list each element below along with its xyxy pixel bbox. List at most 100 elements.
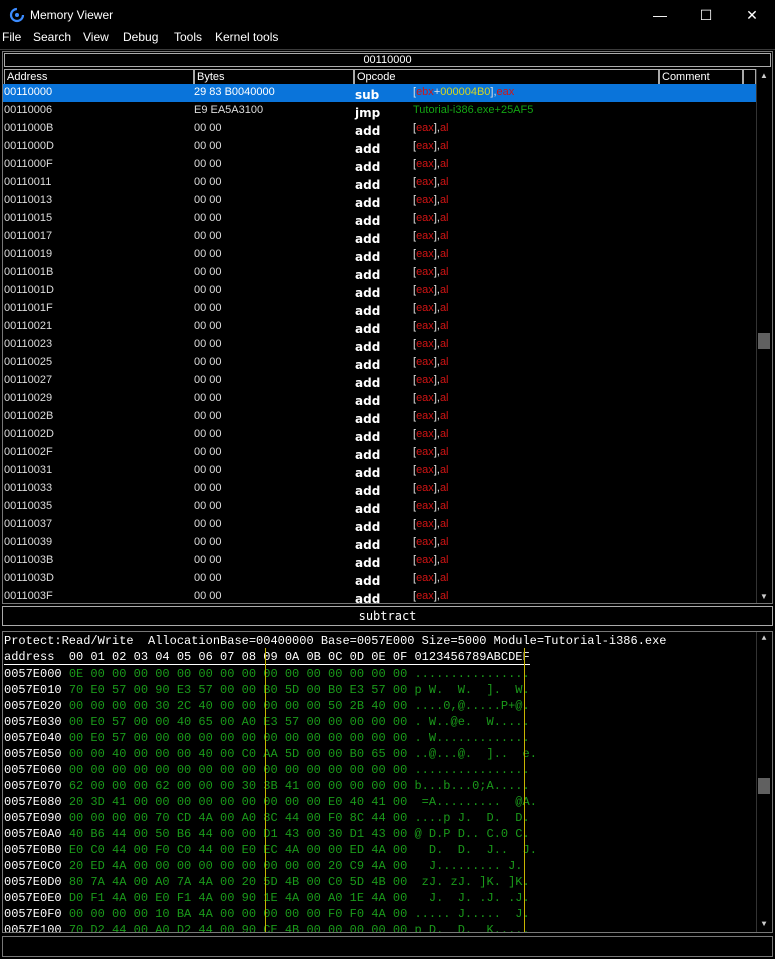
column-header-comment[interactable]: Comment — [659, 69, 743, 85]
hex-row[interactable]: 0057E0A0 40 B6 44 00 50 B6 44 00 00 D1 4… — [4, 826, 530, 842]
hex-row-bytes[interactable]: 20 3D 41 00 00 00 00 00 00 00 00 00 E0 4… — [69, 795, 407, 809]
hex-view-panel[interactable]: Protect:Read/Write AllocationBase=004000… — [2, 631, 773, 933]
hex-row-bytes[interactable]: E0 C0 44 00 F0 C0 44 00 E0 EC 4A 00 00 E… — [69, 843, 407, 857]
hex-row-bytes[interactable]: 00 00 40 00 00 00 40 00 C0 AA 5D 00 00 B… — [69, 747, 407, 761]
hex-row[interactable]: 0057E090 00 00 00 00 70 CD 4A 00 A0 8C 4… — [4, 810, 530, 826]
disasm-row[interactable]: 00110025 00 00 add [eax],al — [3, 354, 756, 372]
disasm-row[interactable]: 0011000D 00 00 add [eax],al — [3, 138, 756, 156]
hex-row-bytes[interactable]: 62 00 00 00 62 00 00 00 30 3B 41 00 00 0… — [69, 779, 407, 793]
scroll-down-icon[interactable]: ▼ — [757, 918, 771, 932]
hex-row-bytes[interactable]: 00 E0 57 00 00 40 65 00 A0 E3 57 00 00 0… — [69, 715, 407, 729]
hex-row-ascii[interactable]: =A......... @A. — [414, 795, 537, 809]
close-button[interactable]: ✕ — [729, 0, 775, 30]
hex-row[interactable]: 0057E100 70 D2 44 00 A0 D2 44 00 90 CE 4… — [4, 922, 530, 932]
disasm-row[interactable]: 0011002B 00 00 add [eax],al — [3, 408, 756, 426]
hex-row-bytes[interactable]: 80 7A 4A 00 A0 7A 4A 00 20 5D 4B 00 C0 5… — [69, 875, 407, 889]
hex-row[interactable]: 0057E0E0 D0 F1 4A 00 E0 F1 4A 00 90 1E 4… — [4, 890, 530, 906]
menu-view[interactable]: View — [83, 30, 109, 44]
hex-row-bytes[interactable]: 0E 00 00 00 00 00 00 00 00 00 00 00 00 0… — [69, 667, 407, 681]
hex-row-ascii[interactable]: b...b...0;A..... — [414, 779, 529, 793]
column-header-bytes[interactable]: Bytes — [194, 69, 354, 85]
hex-row-bytes[interactable]: 40 B6 44 00 50 B6 44 00 00 D1 43 00 30 D… — [69, 827, 407, 841]
hex-row-bytes[interactable]: 00 E0 57 00 00 00 00 00 00 00 00 00 00 0… — [69, 731, 407, 745]
hex-row-ascii[interactable]: . W............. — [414, 731, 529, 745]
menu-kernel-tools[interactable]: Kernel tools — [215, 30, 278, 44]
disasm-row[interactable]: 0011002D 00 00 add [eax],al — [3, 426, 756, 444]
disasm-row[interactable]: 0011002F 00 00 add [eax],al — [3, 444, 756, 462]
hex-row[interactable]: 0057E0B0 E0 C0 44 00 F0 C0 44 00 E0 EC 4… — [4, 842, 537, 858]
disasm-row[interactable]: 00110021 00 00 add [eax],al — [3, 318, 756, 336]
hex-row[interactable]: 0057E0F0 00 00 00 00 10 BA 4A 00 00 00 0… — [4, 906, 530, 922]
disasm-row[interactable]: 0011000B 00 00 add [eax],al — [3, 120, 756, 138]
hex-row-ascii[interactable]: ..... J..... J. — [414, 907, 529, 921]
hex-scrollbar[interactable]: ▲ ▼ — [756, 632, 771, 932]
hex-row[interactable]: 0057E070 62 00 00 00 62 00 00 00 30 3B 4… — [4, 778, 530, 794]
scroll-up-icon[interactable]: ▲ — [757, 632, 771, 646]
disasm-row[interactable]: 0011001F 00 00 add [eax],al — [3, 300, 756, 318]
menu-debug[interactable]: Debug — [123, 30, 158, 44]
disasm-row[interactable]: 00110017 00 00 add [eax],al — [3, 228, 756, 246]
hex-row[interactable]: 0057E010 70 E0 57 00 90 E3 57 00 00 B0 5… — [4, 682, 530, 698]
disasm-row[interactable]: 00110029 00 00 add [eax],al — [3, 390, 756, 408]
disasm-row[interactable]: 00110035 00 00 add [eax],al — [3, 498, 756, 516]
disasm-row[interactable]: 00110037 00 00 add [eax],al — [3, 516, 756, 534]
disasm-row[interactable]: 00110033 00 00 add [eax],al — [3, 480, 756, 498]
hex-row[interactable]: 0057E030 00 E0 57 00 00 40 65 00 A0 E3 5… — [4, 714, 530, 730]
hex-row[interactable]: 0057E060 00 00 00 00 00 00 00 00 00 00 0… — [4, 762, 530, 778]
disasm-row[interactable]: 0011003B 00 00 add [eax],al — [3, 552, 756, 570]
disasm-row[interactable]: 00110039 00 00 add [eax],al — [3, 534, 756, 552]
hex-row-ascii[interactable]: D. D. J.. J. — [414, 843, 537, 857]
disasm-row[interactable]: 00110019 00 00 add [eax],al — [3, 246, 756, 264]
hex-row-bytes[interactable]: 00 00 00 00 70 CD 4A 00 A0 8C 44 00 F0 8… — [69, 811, 407, 825]
hex-row-bytes[interactable]: 70 D2 44 00 A0 D2 44 00 90 CE 4B 00 00 0… — [69, 923, 407, 932]
hex-row-ascii[interactable]: ................ — [414, 763, 529, 777]
menu-tools[interactable]: Tools — [174, 30, 202, 44]
disasm-row[interactable]: 00110011 00 00 add [eax],al — [3, 174, 756, 192]
disasm-row[interactable]: 0011003D 00 00 add [eax],al — [3, 570, 756, 588]
disasm-row[interactable]: 00110027 00 00 add [eax],al — [3, 372, 756, 390]
scroll-thumb[interactable] — [758, 333, 770, 349]
disasm-row[interactable]: 00110006 E9 EA5A3100 jmp Tutorial-i386.exe+… — [3, 102, 756, 120]
disasm-row[interactable]: 00110013 00 00 add [eax],al — [3, 192, 756, 210]
hex-row-ascii[interactable]: ....p J. D. D. — [414, 811, 529, 825]
hex-row-ascii[interactable]: zJ. zJ. ]K. ]K. — [414, 875, 530, 889]
hex-row[interactable]: 0057E040 00 E0 57 00 00 00 00 00 00 00 0… — [4, 730, 530, 746]
minimize-button[interactable]: — — [637, 0, 683, 30]
maximize-button[interactable]: ☐ — [683, 0, 729, 30]
disassembler-panel[interactable]: 00110000 Address Bytes Opcode Comment 00… — [2, 51, 773, 604]
hex-row-ascii[interactable]: p W. W. ]. W. — [414, 683, 529, 697]
hex-row[interactable]: 0057E020 00 00 00 00 30 2C 40 00 00 00 0… — [4, 698, 530, 714]
hex-row[interactable]: 0057E0D0 80 7A 4A 00 A0 7A 4A 00 20 5D 4… — [4, 874, 530, 890]
hex-row-bytes[interactable]: 70 E0 57 00 90 E3 57 00 00 B0 5D 00 B0 E… — [69, 683, 407, 697]
disasm-row[interactable]: 0011003F 00 00 add [eax],al — [3, 588, 756, 603]
menu-file[interactable]: File — [2, 30, 21, 44]
hex-row-ascii[interactable]: J. J. .J. .J. — [414, 891, 530, 905]
hex-row-bytes[interactable]: 00 00 00 00 30 2C 40 00 00 00 00 00 50 2… — [69, 699, 407, 713]
hex-row[interactable]: 0057E0C0 20 ED 4A 00 00 00 00 00 00 00 0… — [4, 858, 523, 874]
hex-row[interactable]: 0057E000 0E 00 00 00 00 00 00 00 00 00 0… — [4, 666, 530, 682]
hex-row-ascii[interactable]: ................ — [414, 667, 529, 681]
hex-row-bytes[interactable]: D0 F1 4A 00 E0 F1 4A 00 90 1E 4A 00 A0 1… — [69, 891, 407, 905]
scroll-up-icon[interactable]: ▲ — [757, 69, 771, 83]
hex-row-bytes[interactable]: 20 ED 4A 00 00 00 00 00 00 00 00 00 20 C… — [69, 859, 407, 873]
disasm-row[interactable]: 0011001D 00 00 add [eax],al — [3, 282, 756, 300]
hex-row-ascii[interactable]: ..@...@. ].. e. — [414, 747, 536, 761]
disasm-row[interactable]: 00110023 00 00 add [eax],al — [3, 336, 756, 354]
hex-row-bytes[interactable]: 00 00 00 00 10 BA 4A 00 00 00 00 00 F0 F… — [69, 907, 407, 921]
hex-row-ascii[interactable]: J......... J. — [414, 859, 523, 873]
hex-row[interactable]: 0057E080 20 3D 41 00 00 00 00 00 00 00 0… — [4, 794, 537, 810]
menu-search[interactable]: Search — [33, 30, 71, 44]
disasm-row-selected[interactable]: 00110000 29 83 B0040000 sub [ebx+000004B0],… — [3, 84, 756, 102]
scroll-down-icon[interactable]: ▼ — [757, 590, 771, 603]
disasm-row[interactable]: 0011000F 00 00 add [eax],al — [3, 156, 756, 174]
hex-row-ascii[interactable]: @ D.P D.. C.0 C. — [414, 827, 529, 841]
disasm-row[interactable]: 00110015 00 00 add [eax],al — [3, 210, 756, 228]
hex-row-ascii[interactable]: . W..@e. W..... — [414, 715, 529, 729]
hex-row[interactable]: 0057E050 00 00 40 00 00 00 40 00 C0 AA 5… — [4, 746, 537, 762]
column-header-opcode[interactable]: Opcode — [354, 69, 659, 85]
disasm-row[interactable]: 0011001B 00 00 add [eax],al — [3, 264, 756, 282]
address-bar[interactable]: 00110000 — [4, 53, 771, 67]
disasm-scrollbar[interactable]: ▲ ▼ — [756, 69, 771, 603]
hex-row-bytes[interactable]: 00 00 00 00 00 00 00 00 00 00 00 00 00 0… — [69, 763, 407, 777]
hex-row-ascii[interactable]: p D. D. K..... — [414, 923, 529, 932]
